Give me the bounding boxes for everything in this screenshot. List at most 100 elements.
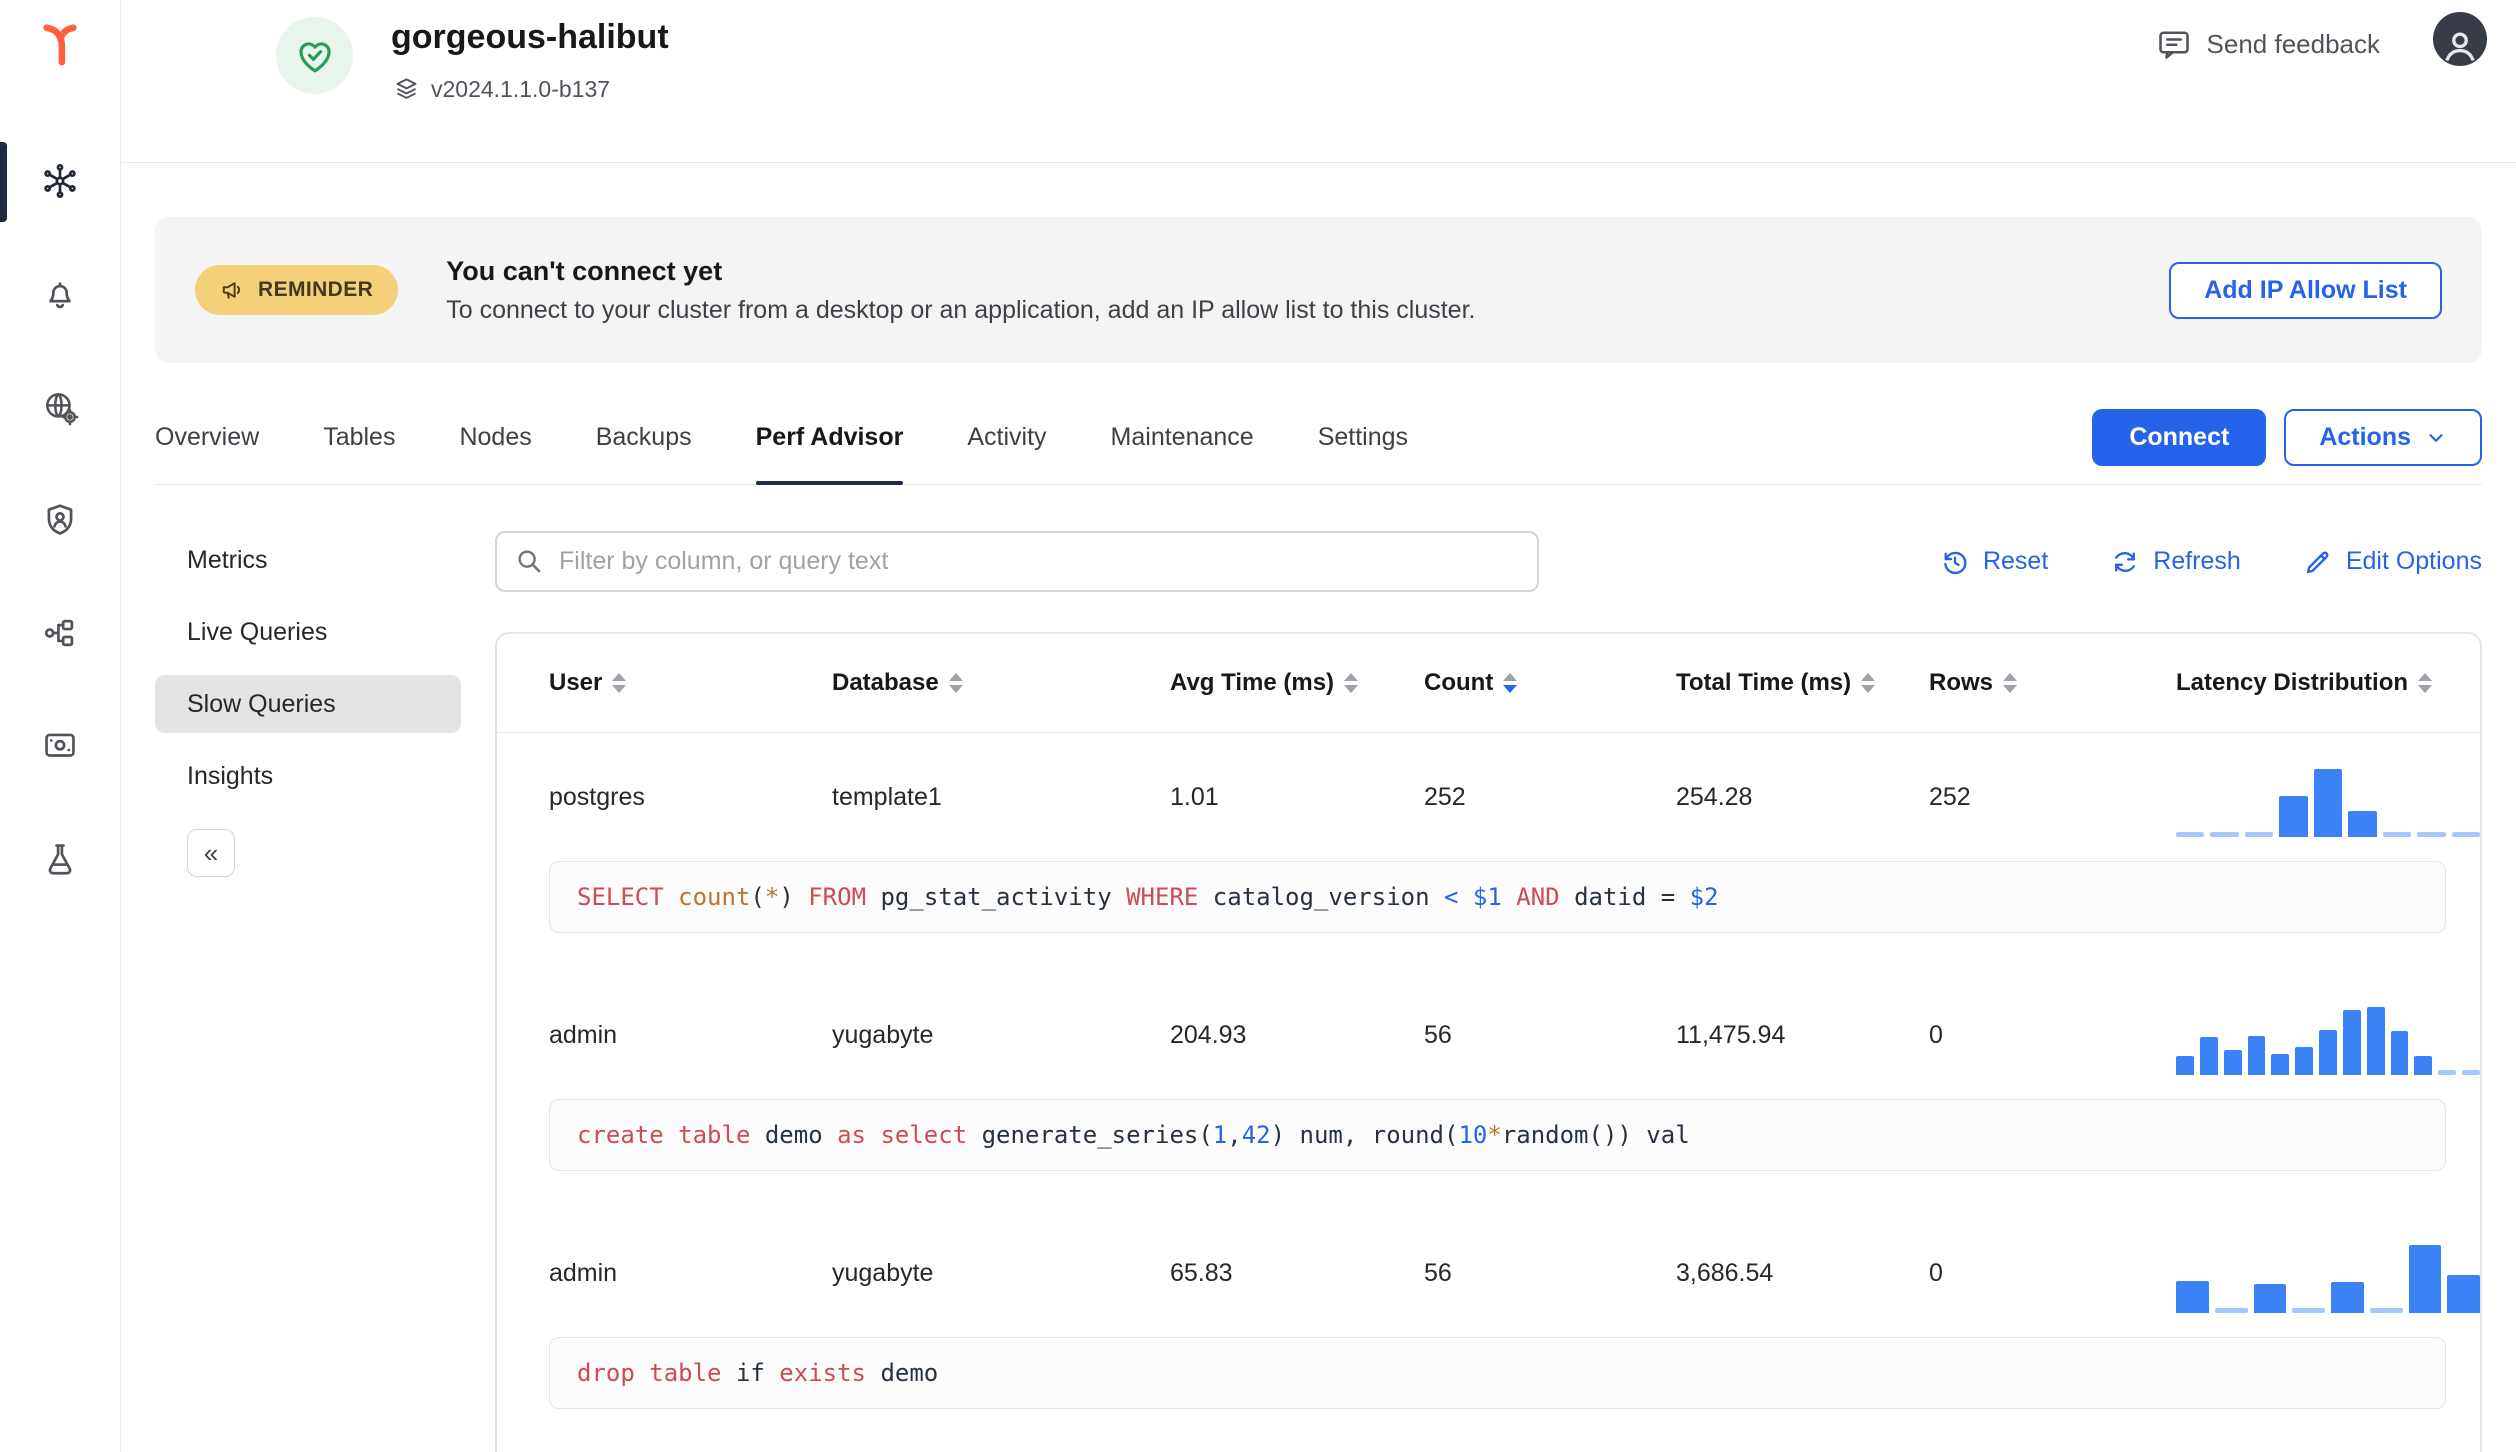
banner-title: You can't connect yet (446, 255, 723, 286)
sort-icon (1344, 673, 1359, 693)
cluster-version: v2024.1.1.0-b137 (393, 76, 610, 103)
cell-total-time: 254.28 (1676, 782, 1753, 811)
column-header-count[interactable]: Count (1424, 669, 1676, 697)
tab-backups[interactable]: Backups (596, 399, 692, 484)
sort-icon (612, 673, 627, 693)
cell-rows: 0 (1929, 1258, 1943, 1287)
app-root: gorgeous-halibut v2024.1.1.0-b137 Send f… (0, 0, 2516, 1452)
refresh-icon (2115, 551, 2136, 572)
sidebar-item-integrations[interactable] (41, 614, 79, 652)
sidebar-item-clusters[interactable] (41, 162, 79, 200)
connect-button[interactable]: Connect (2092, 409, 2267, 466)
sidebar-item-network-access[interactable] (41, 388, 79, 426)
reset-button[interactable]: Reset (1940, 547, 2048, 577)
table-header-row: User Database Avg Time (ms) Count Total … (497, 634, 2480, 733)
collapse-icon: « (203, 838, 219, 868)
megaphone-icon (222, 282, 241, 299)
cluster-health-badge (276, 17, 353, 94)
actions-dropdown-button[interactable]: Actions (2284, 409, 2482, 466)
subnav-metrics[interactable]: Metrics (155, 531, 461, 589)
slow-queries-toolbar: Reset Refresh Edit Options (495, 531, 2482, 592)
sort-icon (2418, 673, 2433, 693)
tab-overview[interactable]: Overview (155, 399, 259, 484)
latency-histogram (2176, 757, 2480, 837)
filter-input[interactable] (495, 531, 1539, 592)
query-text-row: SELECT count(*) FROM pg_stat_activity WH… (549, 861, 2446, 933)
feedback-bubble-icon (2158, 31, 2189, 59)
yugabyte-logo-icon[interactable] (0, 22, 120, 68)
tab-maintenance[interactable]: Maintenance (1111, 399, 1254, 484)
send-feedback-button[interactable]: Send feedback (2156, 26, 2380, 62)
integrations-icon (44, 619, 74, 647)
cell-database: template1 (832, 782, 942, 811)
table-row[interactable]: postgres template1 1.01 252 254.28 252 (497, 733, 2480, 861)
column-header-rows[interactable]: Rows (1929, 669, 2176, 697)
cluster-name: gorgeous-halibut (391, 18, 669, 56)
subnav-insights[interactable]: Insights (155, 747, 461, 805)
slow-queries-panel: Reset Refresh Edit Options (495, 531, 2482, 1452)
edit-options-button[interactable]: Edit Options (2303, 547, 2482, 577)
tab-nodes[interactable]: Nodes (459, 399, 531, 484)
column-header-database[interactable]: Database (832, 669, 1170, 697)
reminder-banner: REMINDER You can't connect yet To connec… (155, 217, 2482, 363)
cell-avg-time: 204.93 (1170, 1020, 1247, 1049)
column-header-avg-time[interactable]: Avg Time (ms) (1170, 669, 1424, 697)
cell-count: 56 (1424, 1258, 1452, 1287)
column-header-latency-distribution[interactable]: Latency Distribution (2176, 669, 2480, 697)
person-icon (2445, 32, 2475, 62)
tab-activity[interactable]: Activity (967, 399, 1046, 484)
cell-total-time: 11,475.94 (1676, 1020, 1786, 1049)
clusters-icon (44, 163, 76, 199)
reminder-chip-label: REMINDER (258, 278, 374, 301)
cell-user: admin (549, 1258, 618, 1287)
sql-query-text[interactable]: SELECT count(*) FROM pg_stat_activity WH… (549, 861, 2446, 933)
cell-count: 252 (1424, 782, 1466, 811)
version-label: v2024.1.1.0-b137 (431, 76, 611, 102)
column-header-total-time[interactable]: Total Time (ms) (1676, 669, 1929, 697)
table-row[interactable]: admin yugabyte 204.93 56 11,475.94 0 (497, 971, 2480, 1099)
refresh-button[interactable]: Refresh (2110, 547, 2241, 577)
latency-histogram (2176, 1233, 2480, 1313)
sql-query-text[interactable]: drop table if exists demo (549, 1337, 2446, 1409)
billing-icon (45, 733, 75, 757)
cell-avg-time: 1.01 (1170, 782, 1219, 811)
chevron-down-icon (2429, 433, 2443, 442)
user-avatar[interactable] (2433, 12, 2487, 66)
cell-user: admin (549, 1020, 618, 1049)
tab-tables[interactable]: Tables (323, 399, 395, 484)
tab-perf-advisor[interactable]: Perf Advisor (755, 399, 903, 485)
reminder-chip: REMINDER (195, 265, 399, 315)
refresh-label: Refresh (2153, 547, 2241, 575)
sidebar-item-billing[interactable] (41, 727, 79, 765)
sidebar-item-labs[interactable] (41, 840, 79, 878)
sort-icon (948, 673, 963, 693)
sidebar-item-security[interactable] (41, 501, 79, 539)
column-header-user[interactable]: User (549, 669, 832, 697)
bell-icon (49, 282, 71, 309)
send-feedback-label: Send feedback (2206, 28, 2380, 59)
cluster-header: gorgeous-halibut v2024.1.1.0-b137 Send f… (121, 0, 2516, 163)
layers-icon (396, 78, 417, 99)
slow-queries-table: User Database Avg Time (ms) Count Total … (495, 632, 2482, 1452)
subnav-live-queries[interactable]: Live Queries (155, 603, 461, 661)
table-row[interactable]: admin yugabyte 65.83 56 3,686.54 0 (497, 1209, 2480, 1337)
add-ip-allow-list-button[interactable]: Add IP Allow List (2169, 261, 2442, 319)
sort-icon (1861, 673, 1876, 693)
collapse-subnav-button[interactable]: « (187, 829, 235, 877)
cell-database: yugabyte (832, 1020, 934, 1049)
latency-histogram (2176, 995, 2480, 1075)
cell-rows: 0 (1929, 1020, 1943, 1049)
sql-query-text[interactable]: create table demo as select generate_ser… (549, 1099, 2446, 1171)
sort-icon (2003, 673, 2018, 693)
cell-rows: 252 (1929, 782, 1971, 811)
subnav-slow-queries[interactable]: Slow Queries (155, 675, 461, 733)
perf-subnav: Metrics Live Queries Slow Queries Insigh… (155, 531, 461, 1452)
sidebar-item-alerts[interactable] (41, 275, 79, 313)
cell-avg-time: 65.83 (1170, 1258, 1233, 1287)
flask-icon (48, 844, 72, 875)
query-text-row: drop table if exists demo (549, 1337, 2446, 1409)
query-text-row: create table demo as select generate_ser… (549, 1099, 2446, 1171)
actions-label: Actions (2319, 423, 2411, 451)
cluster-tabs-row: Overview Tables Nodes Backups Perf Advis… (155, 399, 2482, 485)
tab-settings[interactable]: Settings (1318, 399, 1408, 484)
